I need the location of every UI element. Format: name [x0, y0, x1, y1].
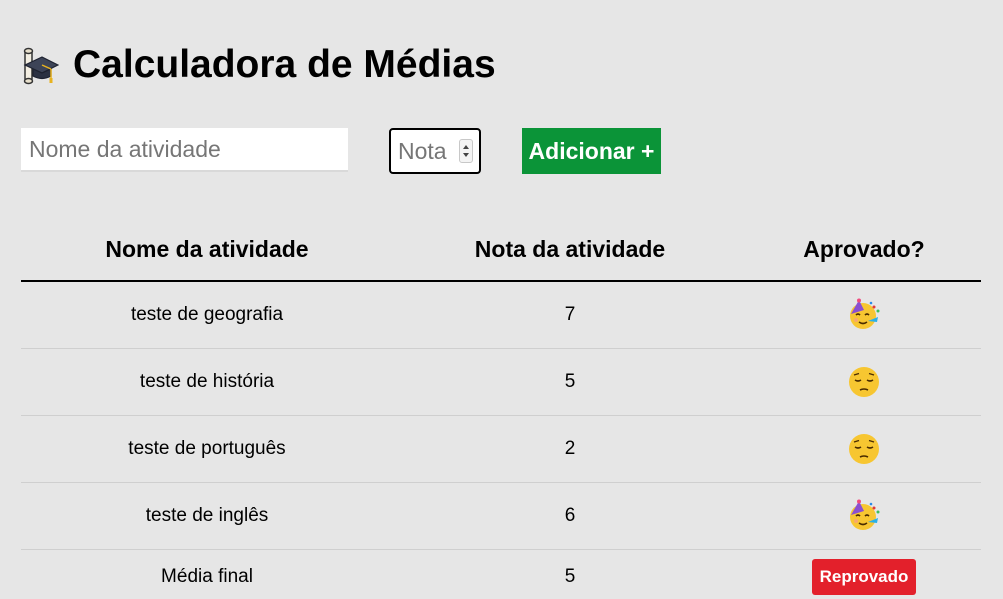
final-average-label: Média final	[161, 566, 253, 587]
status-badge: Reprovado	[811, 559, 917, 595]
activity-name-cell: teste de português	[21, 415, 393, 483]
header-approved: Aprovado?	[747, 218, 981, 282]
activity-grade-cell: 5	[393, 348, 747, 416]
grade-input[interactable]	[391, 130, 453, 172]
table-body: teste de geografia 7 teste de história 5…	[21, 281, 981, 599]
table-row: teste de inglês 6	[21, 482, 981, 550]
pensive-face-icon	[847, 432, 881, 466]
header-row: Nome da atividade Nota da atividade Apro…	[21, 218, 981, 282]
activity-name-cell: teste de história	[21, 348, 393, 416]
header-activity-name: Nome da atividade	[21, 218, 393, 282]
graduation-cap-icon	[21, 45, 60, 85]
stepper-down-icon[interactable]	[463, 153, 469, 157]
grades-table: Nome da atividade Nota da atividade Apro…	[21, 218, 981, 599]
final-average-value: 5	[564, 566, 576, 587]
header: Calculadora de Médias	[21, 40, 496, 90]
stepper-up-icon[interactable]	[463, 145, 469, 149]
table-row: teste de geografia 7	[21, 281, 981, 349]
approved-cell	[747, 348, 981, 416]
party-face-icon	[847, 298, 881, 332]
pensive-face-icon	[847, 365, 881, 399]
activity-name-cell: teste de geografia	[21, 281, 393, 349]
table-row: teste de português 2	[21, 415, 981, 483]
add-button[interactable]: Adicionar +	[522, 128, 661, 174]
party-face-icon	[847, 499, 881, 533]
final-status-cell: Reprovado	[747, 550, 981, 599]
activity-name-input[interactable]	[21, 128, 348, 172]
header-activity-grade: Nota da atividade	[393, 218, 747, 282]
table-row: teste de história 5	[21, 348, 981, 416]
final-average-row: Média final 5 Reprovado	[21, 550, 981, 599]
approved-cell	[747, 482, 981, 550]
app-container: Calculadora de Médias Adicionar + Nome d…	[0, 0, 1003, 599]
activity-grade-cell: 7	[393, 281, 747, 349]
page-title: Calculadora de Médias	[73, 43, 496, 86]
grade-stepper[interactable]	[459, 139, 473, 163]
approved-cell	[747, 415, 981, 483]
activity-grade-cell: 6	[393, 482, 747, 550]
activity-name-cell: teste de inglês	[21, 482, 393, 550]
grade-input-wrapper	[389, 128, 481, 174]
approved-cell	[747, 281, 981, 349]
activity-grade-cell: 2	[393, 415, 747, 483]
table-header: Nome da atividade Nota da atividade Apro…	[21, 218, 981, 282]
